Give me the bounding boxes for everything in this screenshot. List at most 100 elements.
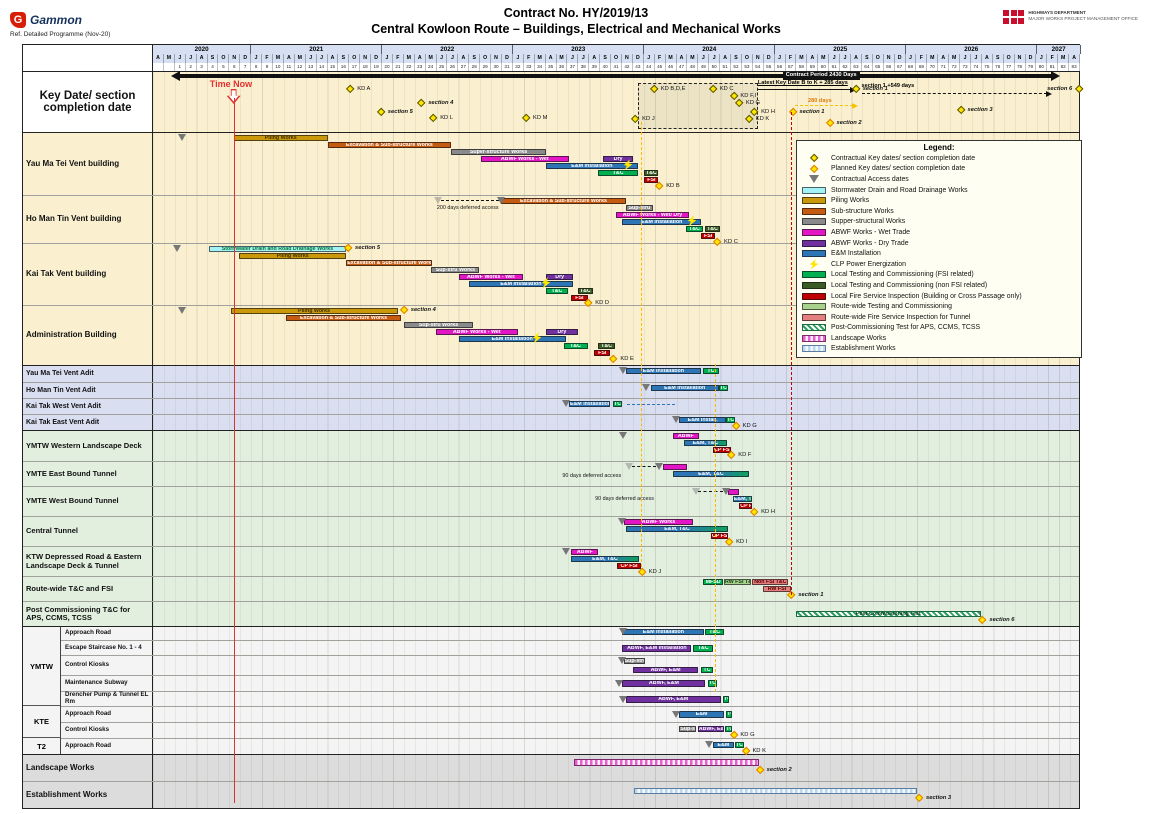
month-number-cell: 83 <box>1069 63 1080 71</box>
month-number-cell: 77 <box>1004 63 1015 71</box>
month-cell: J <box>447 54 458 63</box>
row-route-wide-t-c-and-fsi: Route-wide T&C and FSIMFSDRW FSI T&CNon … <box>23 576 1079 601</box>
legend-bar-swatch <box>802 314 826 321</box>
month-cell: M <box>404 54 415 63</box>
legend-item: Route-wide Fire Service Inspection for T… <box>802 312 1076 323</box>
month-cell: D <box>895 54 906 63</box>
gantt-bar-em: E&M Installation <box>469 281 574 287</box>
milestone-label: section 2 <box>767 767 792 773</box>
month-cell: A <box>720 54 731 63</box>
legend-item: Local Fire Service Inspection (Building … <box>802 291 1076 302</box>
month-cell: F <box>393 54 404 63</box>
gantt-bar-rwfsi: RW FSI <box>763 586 790 592</box>
legend-item-label: Local Testing and Commissioning (non FSI… <box>831 282 987 289</box>
milestone-label: KD E <box>620 356 634 362</box>
gantt-bar-substr: Excavation & Sub-structure Works <box>328 142 451 148</box>
row-label: Yau Ma Tei Vent building <box>23 133 153 195</box>
milestone-diamond-icon <box>787 591 796 600</box>
month-cell: J <box>906 54 917 63</box>
milestone-kd-f: KD F <box>728 452 751 458</box>
month-cell: O <box>218 54 229 63</box>
access-date-triangle-icon <box>722 488 730 495</box>
month-cell: O <box>349 54 360 63</box>
gantt-bar-fsi: CP FSI <box>617 563 641 569</box>
milestone-diamond-icon <box>731 421 740 430</box>
access-date-triangle-icon <box>672 416 680 423</box>
access-date-triangle-icon <box>692 488 700 495</box>
month-number-cell: 18 <box>360 63 371 71</box>
milestone-label: KD C <box>724 239 738 245</box>
access-date-triangle-icon <box>562 548 570 555</box>
month-number-cell: 56 <box>775 63 786 71</box>
legend-item: Route-wide Testing and Commissioning <box>802 301 1076 312</box>
milestone-diamond-icon <box>584 299 593 308</box>
milestone-diamond-icon <box>978 616 987 625</box>
milestone-kd-g: KD G <box>733 423 757 429</box>
gantt-bar-fsi: FSI <box>701 233 715 239</box>
milestone-diamond-icon <box>750 508 759 517</box>
gantt-bar-piling: Piling Works <box>234 135 328 141</box>
legend-item-label: Post-Commissioning Test for APS, CCMS, T… <box>831 324 980 331</box>
month-number-cell: 75 <box>982 63 993 71</box>
row-label: Kai Tak West Vent Adit <box>23 399 153 414</box>
row-label: Administration Building <box>23 306 153 365</box>
month-cell: A <box>851 54 862 63</box>
month-number-cell: 36 <box>557 63 568 71</box>
month-number-cell: 71 <box>938 63 949 71</box>
group-label-kte: KTE <box>23 706 60 738</box>
month-cell: D <box>240 54 251 63</box>
milestone-label: KD G <box>743 423 757 429</box>
legend-swatch-substr <box>802 208 826 215</box>
gantt-bar-dry: Dry <box>546 329 578 335</box>
month-number-cell: 82 <box>1058 63 1069 71</box>
month-cell: J <box>317 54 328 63</box>
gantt-bar-tc: TC <box>719 385 729 391</box>
milestone-section-6: section 6 <box>979 617 1014 623</box>
legend-item: ABWF Works - Dry Trade <box>802 238 1076 249</box>
row-approach-road: Approach RoadE&M InstallationT&C <box>23 627 1079 640</box>
month-cell: D <box>502 54 513 63</box>
month-number-cell: 78 <box>1015 63 1026 71</box>
gantt-bar-substr: Excavation & Sub-structure Works <box>286 315 401 321</box>
month-number-cell: 4 <box>208 63 219 71</box>
keydates-band: Key Date/ section completion dateContrac… <box>23 72 1079 132</box>
month-cell: M <box>949 54 960 63</box>
gantt-bar-em: E&M Installation <box>569 401 610 407</box>
gantt-bar-postcomm: Post-Commissioning Test <box>796 611 981 617</box>
row-label: Central Tunnel <box>23 517 153 546</box>
month-cell: S <box>600 54 611 63</box>
month-cell: J <box>578 54 589 63</box>
legend-swatch-fsi <box>802 293 826 300</box>
gantt-bar-dry: ABWF, E&M Installation <box>622 645 691 651</box>
row-establishment-works: Establishment Workssection 3 <box>23 781 1079 808</box>
year-cell: 2024 <box>644 45 775 54</box>
month-cell: J <box>382 54 393 63</box>
legend-item-label: Local Fire Service Inspection (Building … <box>831 293 1022 300</box>
row-label: Kai Tak Vent building <box>23 244 153 305</box>
month-cell: N <box>491 54 502 63</box>
gantt-bar-tc: TC <box>613 401 623 407</box>
access-date-triangle-icon <box>809 175 819 183</box>
access-date-triangle-icon <box>178 307 186 314</box>
month-number-cell: 54 <box>753 63 764 71</box>
row-label: Landscape Works <box>23 755 153 781</box>
key-date-diamond-icon <box>809 164 818 173</box>
year-cell: 2023 <box>513 45 644 54</box>
legend-swatch-superstr <box>802 218 826 225</box>
row-control-kiosks: Control KiosksSup-struABWF, E&MTCKD G <box>23 722 1079 738</box>
month-cell: N <box>884 54 895 63</box>
gantt-bar-piling: Piling Works <box>239 253 346 259</box>
access-date-triangle-icon <box>173 245 181 252</box>
month-cell: A <box>415 54 426 63</box>
legend-bar-swatch <box>802 345 826 352</box>
milestone-kd-j: KD J <box>632 116 654 122</box>
milestone-diamond-icon <box>851 85 860 94</box>
row-body: Sup-struABWF, E&MTC <box>153 656 1079 675</box>
milestone-label: KD J <box>649 569 662 575</box>
gantt-bar-wet: ABWF <box>673 433 699 439</box>
row-body: ABWF, E&M InstallationT&C <box>153 641 1079 655</box>
gantt-bar-emtc: E&M, T&C <box>673 471 749 477</box>
month-cell: M <box>818 54 829 63</box>
legend-bar-swatch <box>802 240 826 247</box>
month-cell: J <box>306 54 317 63</box>
